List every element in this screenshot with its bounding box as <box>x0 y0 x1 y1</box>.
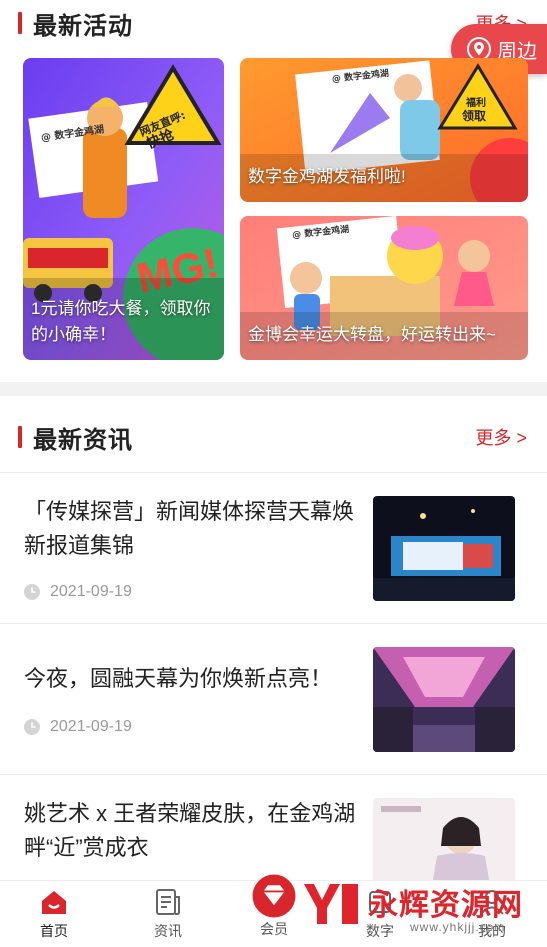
activity-card-2[interactable]: @ 数字金鸡湖 福利 领取 数字金鸡湖发福利啦! <box>240 58 528 202</box>
news-date: 2021-09-19 <box>50 583 132 600</box>
tab-news[interactable]: 资讯 <box>128 887 208 941</box>
activity-card-2-caption: 数字金鸡湖发福利啦! <box>248 167 406 186</box>
watermark-text: 永辉资源网 <box>368 889 523 922</box>
clock-icon <box>24 584 40 600</box>
news-headline: 「传媒探营」新闻媒体探营天幕焕新报道集锦 <box>24 499 355 558</box>
tab-news-label: 资讯 <box>154 923 182 939</box>
activity-card-1-caption: 1元请你吃大餐，领取你的小确幸！ <box>31 299 211 344</box>
member-gem-icon <box>252 874 296 918</box>
tab-home[interactable]: 首页 <box>14 887 94 941</box>
tab-home-label: 首页 <box>40 923 68 939</box>
news-doc-icon <box>156 889 180 915</box>
watermark-url: www.yhkjjj.com <box>410 920 506 934</box>
news-thumbnail <box>373 496 515 601</box>
news-header: 最新资讯 更多 > <box>0 416 547 460</box>
news-title: 最新资讯 <box>33 427 133 454</box>
activity-card-3[interactable]: @ 数字金鸡湖 金博会幸运大转盘，好运转出来~ <box>240 216 528 360</box>
watermark: 永辉资源网 www.yhkjjj.com <box>300 874 547 944</box>
news-more-link[interactable]: 更多 > <box>475 424 527 450</box>
activity-card-1[interactable]: MG! 网友直呼: 快抢 @ 数字金鸡湖 1元请你吃大餐，领取你的小确幸！ <box>23 58 224 360</box>
watermark-logo <box>304 884 358 924</box>
news-date: 2021-09-19 <box>50 718 132 735</box>
tab-member-label: 会员 <box>260 921 288 937</box>
news-headline: 今夜，圆融天幕为你焕新点亮！ <box>24 666 333 691</box>
clock-icon <box>24 719 40 735</box>
section-divider <box>0 382 547 396</box>
card2-sticker-top: 福利 <box>465 96 486 109</box>
section-accent-bar <box>18 426 22 448</box>
news-item[interactable]: 「传媒探营」新闻媒体探营天幕焕新报道集锦 2021-09-19 <box>0 472 547 622</box>
card2-sticker-main: 领取 <box>462 108 486 123</box>
news-item[interactable]: 今夜，圆融天幕为你焕新点亮！ 2021-09-19 <box>0 623 547 773</box>
activity-card-3-caption: 金博会幸运大转盘，好运转出来~ <box>248 325 496 344</box>
news-meta: 2021-09-19 <box>24 718 132 736</box>
news-meta: 2021-09-19 <box>24 583 132 601</box>
activities-title: 最新活动 <box>33 13 133 40</box>
news-headline: 姚艺术 x 王者荣耀皮肤，在金鸡湖畔“近”赏成衣 <box>24 801 356 860</box>
home-icon <box>42 891 66 914</box>
section-accent-bar <box>18 12 22 34</box>
news-thumbnail <box>373 647 515 752</box>
